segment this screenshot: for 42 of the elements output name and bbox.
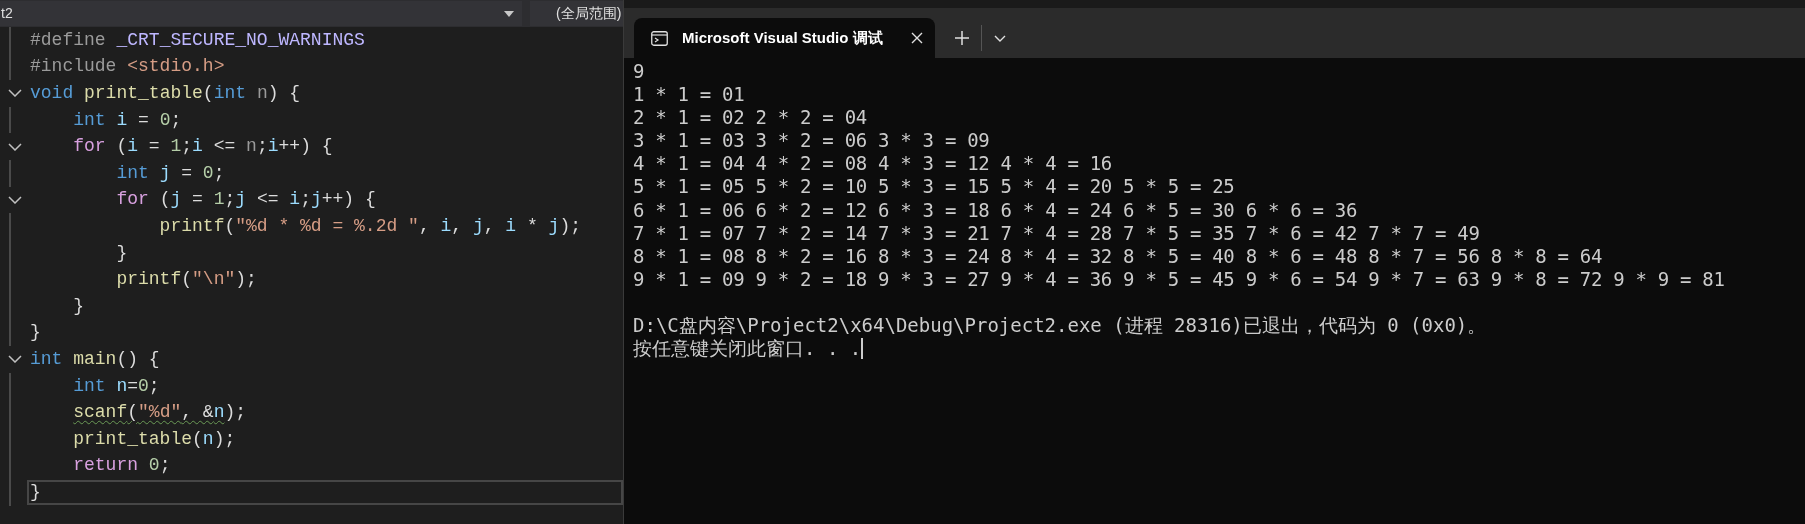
console-output-line: 2 * 1 = 02 2 * 2 = 04 xyxy=(633,106,867,130)
console-output-line: 7 * 1 = 07 7 * 2 = 14 7 * 3 = 21 7 * 4 = 28 7 * 5 = 35 7 * 6 = 42 7 * 7 = 49 xyxy=(633,221,1480,245)
code-line: int j = 0; xyxy=(115,161,226,185)
chevron-down-icon[interactable] xyxy=(994,34,1006,42)
code-line: } xyxy=(30,321,42,345)
collapse-icon[interactable] xyxy=(8,89,22,98)
prompt-text: 按任意键关闭此窗口. . . xyxy=(633,337,862,361)
code-line: printf("\n"); xyxy=(115,268,258,292)
console-output-line: 1 * 1 = 01 xyxy=(633,83,745,107)
code-line: int main() { xyxy=(30,347,161,371)
console-output-line: 5 * 1 = 05 5 * 2 = 10 5 * 3 = 15 5 * 4 = 20 5 * 5 = 25 xyxy=(633,175,1235,199)
console-output-line: 4 * 1 = 04 4 * 2 = 08 4 * 3 = 12 4 * 4 = 16 xyxy=(633,152,1112,176)
code-line: for (j = 1;j <= i;j++) { xyxy=(115,188,377,212)
collapse-icon[interactable] xyxy=(8,355,22,364)
exit-message: D:\C盘内容\Project2\x64\Debug\Project2.exe (进程 28316)已退出，代码为 0 (0x0)。 xyxy=(633,314,1487,338)
collapse-icon[interactable] xyxy=(8,142,22,151)
code-line: #include <stdio.h> xyxy=(30,55,226,79)
add-icon[interactable] xyxy=(955,31,969,45)
code-line: int i = 0; xyxy=(72,108,183,132)
console-output-line: 6 * 1 = 06 6 * 2 = 12 6 * 3 = 18 6 * 4 = 24 6 * 5 = 30 6 * 6 = 36 xyxy=(633,198,1358,222)
text-cursor xyxy=(861,338,864,360)
console-icon xyxy=(651,30,668,46)
code-line: scanf("%d", &n); xyxy=(72,401,248,425)
code-line: printf("%d * %d = %.2d ", i, j, i * j); xyxy=(158,214,582,238)
close-icon[interactable] xyxy=(911,32,923,44)
code-line: print_table(n); xyxy=(72,427,237,451)
scope-selector[interactable]: (全局范围) xyxy=(530,1,623,26)
console-output-line: 8 * 1 = 08 8 * 2 = 16 8 * 3 = 24 8 * 4 = 32 8 * 5 = 40 8 * 6 = 48 8 * 7 = 56 8 * 8 = 64 xyxy=(633,244,1603,268)
code-line: for (i = 1;i <= n;i++) { xyxy=(72,135,334,159)
terminal-tab[interactable]: Microsoft Visual Studio 调试 xyxy=(634,18,935,58)
code-line: return 0; xyxy=(72,454,172,478)
caret-icon xyxy=(504,10,514,17)
console-output-line: 3 * 1 = 03 3 * 2 = 06 3 * 3 = 09 xyxy=(633,129,990,153)
collapse-icon[interactable] xyxy=(8,195,22,204)
code-line: void print_table(int n) { xyxy=(30,82,302,105)
code-line: #define _CRT_SECURE_NO_WARNINGS xyxy=(30,28,366,52)
input-echo-text: 9 xyxy=(633,60,645,84)
code-line: } xyxy=(72,294,85,318)
console-output-line: 9 * 1 = 09 9 * 2 = 18 9 * 3 = 27 9 * 4 = 36 9 * 5 = 45 9 * 6 = 54 9 * 7 = 63 9 * 8 = 72 9 * 9 = 81 xyxy=(633,267,1725,291)
code-line: int n=0; xyxy=(72,374,161,398)
file-selector[interactable]: t2 xyxy=(0,1,522,26)
code-line: } xyxy=(115,241,129,265)
